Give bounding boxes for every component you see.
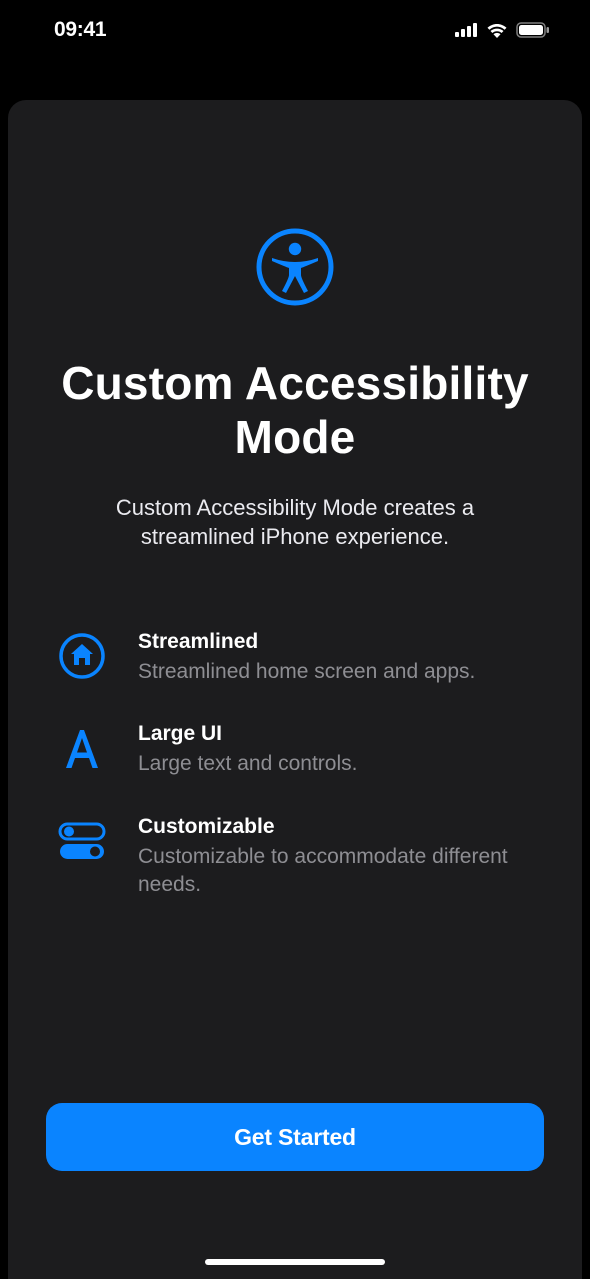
- feature-title: Streamlined: [138, 630, 534, 654]
- accessibility-hero-icon: [46, 228, 544, 306]
- feature-item: Streamlined Streamlined home screen and …: [56, 630, 534, 686]
- letter-a-icon: [56, 722, 108, 774]
- feature-item: Customizable Customizable to accommodate…: [56, 815, 534, 900]
- onboarding-sheet: Custom Accessibility Mode Custom Accessi…: [8, 100, 582, 1279]
- cellular-signal-icon: [455, 23, 478, 37]
- features-list: Streamlined Streamlined home screen and …: [46, 630, 544, 899]
- feature-desc: Large text and controls.: [138, 750, 534, 778]
- status-time: 09:41: [54, 18, 106, 42]
- feature-desc: Streamlined home screen and apps.: [138, 658, 534, 686]
- page-title: Custom Accessibility Mode: [46, 356, 544, 465]
- toggles-icon: [56, 815, 108, 867]
- status-bar: 09:41: [0, 0, 590, 60]
- feature-title: Customizable: [138, 815, 534, 839]
- home-circle-icon: [56, 630, 108, 682]
- feature-title: Large UI: [138, 722, 534, 746]
- feature-desc: Customizable to accommodate different ne…: [138, 843, 534, 900]
- status-indicators: [455, 22, 550, 38]
- home-indicator[interactable]: [205, 1259, 385, 1265]
- feature-item: Large UI Large text and controls.: [56, 722, 534, 778]
- battery-icon: [516, 22, 550, 38]
- page-subtitle: Custom Accessibility Mode creates a stre…: [46, 493, 544, 552]
- wifi-icon: [486, 22, 508, 38]
- get-started-button[interactable]: Get Started: [46, 1103, 544, 1171]
